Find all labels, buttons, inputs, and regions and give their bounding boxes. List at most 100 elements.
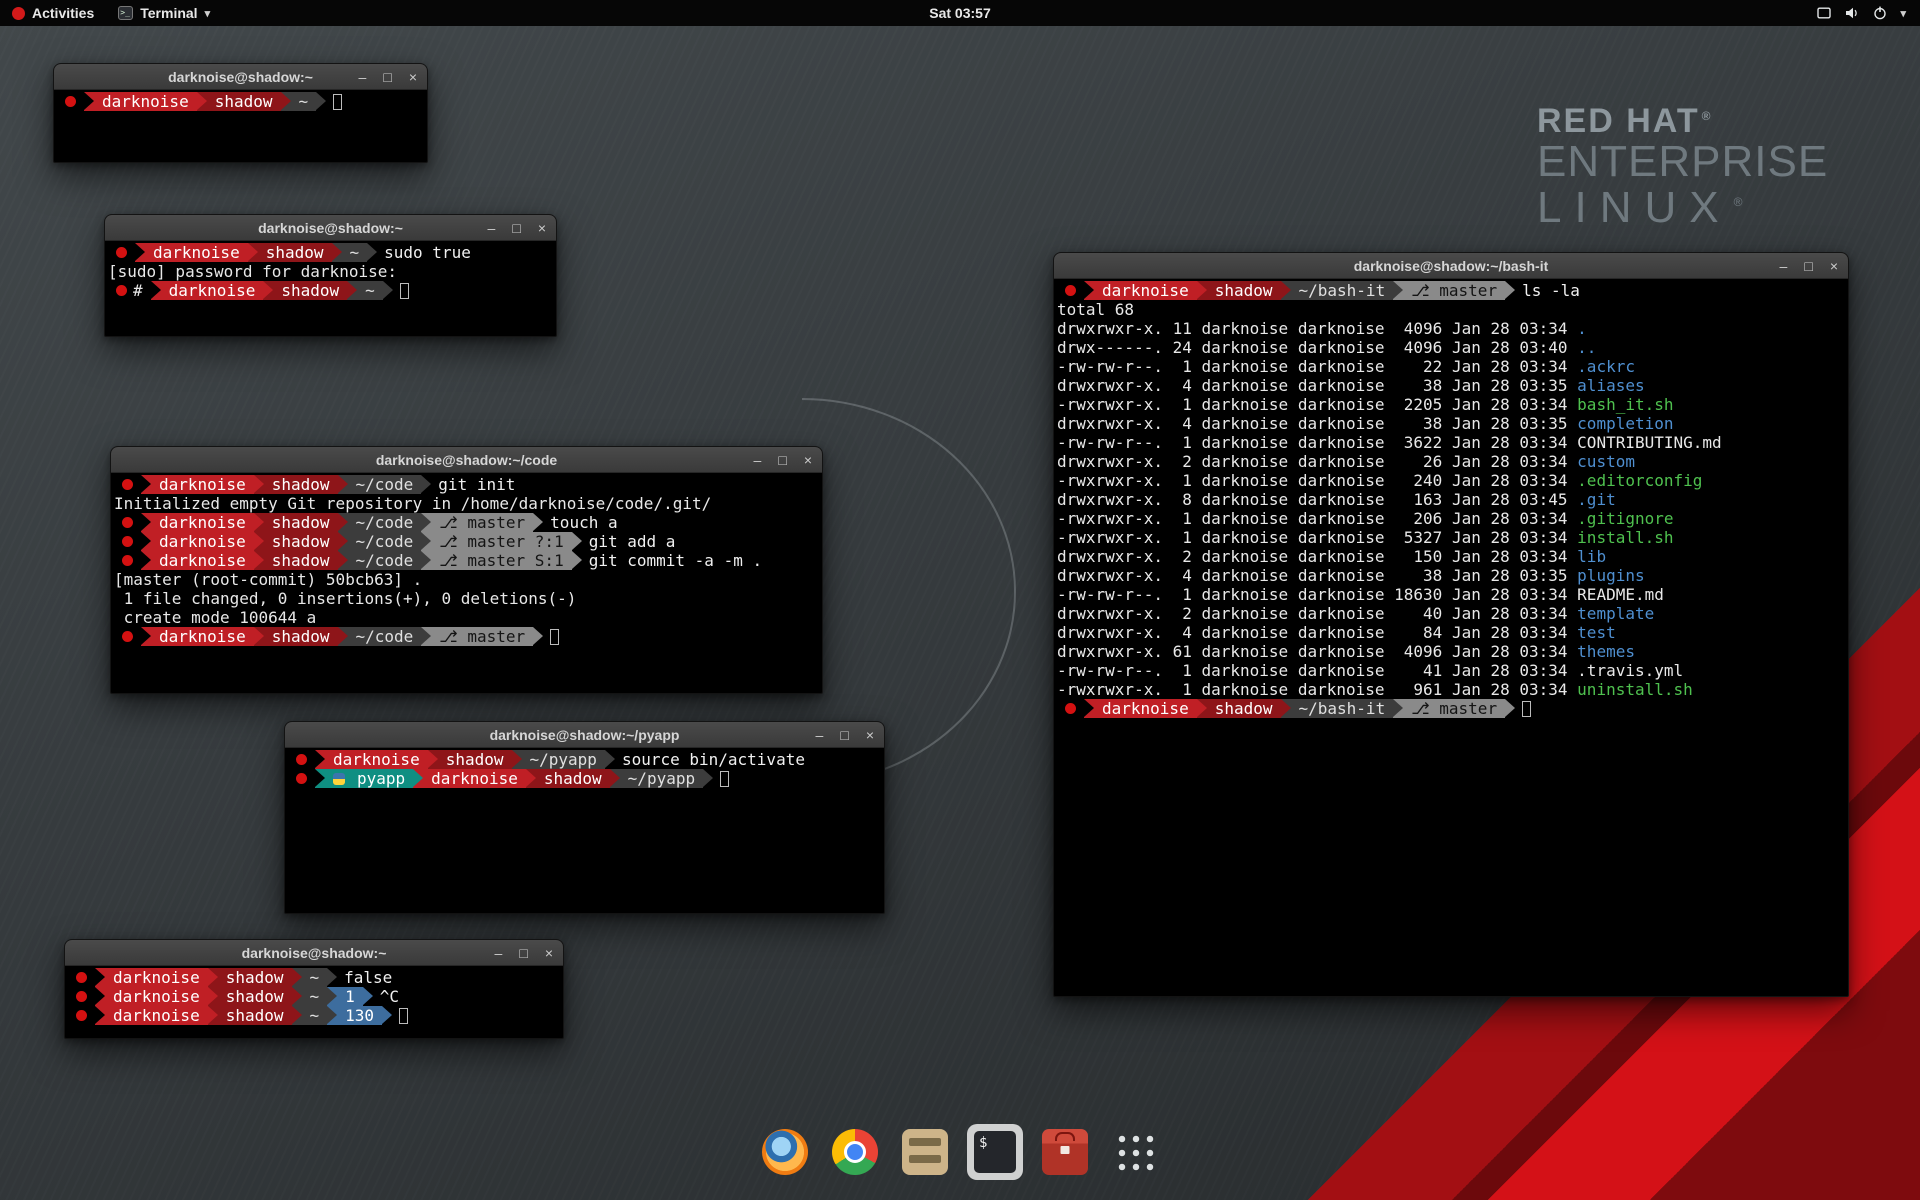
output-text: drwxrwxr-x. 2 darknoise darknoise 150 Ja… bbox=[1057, 547, 1577, 566]
maximize-button[interactable]: □ bbox=[519, 946, 527, 960]
terminal-content[interactable]: darknoiseshadow~falsedarknoiseshadow~1^C… bbox=[65, 966, 563, 1038]
terminal-window[interactable]: darknoise@shadow:~–□×darknoiseshadow~fal… bbox=[64, 939, 564, 1039]
terminal-window[interactable]: darknoise@shadow:~/pyapp – □ × darknoiseshad… bbox=[284, 721, 885, 914]
segment-text: darknoise bbox=[159, 532, 246, 551]
maximize-button[interactable]: □ bbox=[840, 728, 848, 742]
clock[interactable]: Sat 03:57 bbox=[929, 5, 990, 21]
dock-terminal[interactable]: $ bbox=[967, 1124, 1023, 1180]
powerline-separator-icon bbox=[141, 532, 151, 551]
segment-text: ⎇ master bbox=[1411, 699, 1497, 718]
window-titlebar[interactable]: darknoise@shadow:~–□× bbox=[105, 215, 556, 241]
output-text: drwxrwxr-x. 4 darknoise darknoise 38 Jan… bbox=[1057, 376, 1577, 395]
window-titlebar[interactable]: darknoise@shadow:~–□× bbox=[65, 940, 563, 966]
chevron-down-icon[interactable]: ▾ bbox=[1900, 7, 1906, 20]
close-button[interactable]: × bbox=[1830, 259, 1838, 273]
close-button[interactable]: × bbox=[545, 946, 553, 960]
segment-text: darknoise bbox=[1102, 281, 1189, 300]
segment-text: ~/code bbox=[356, 627, 414, 646]
window-titlebar[interactable]: darknoise@shadow:~/pyapp – □ × bbox=[285, 722, 884, 748]
terminal-content[interactable]: darknoiseshadow~sudo true[sudo] password… bbox=[105, 241, 556, 336]
minimize-button[interactable]: – bbox=[488, 221, 496, 235]
volume-icon[interactable] bbox=[1844, 5, 1860, 21]
prompt-segment-user: darknoise bbox=[94, 92, 197, 111]
prompt-segment-dir: ~/code bbox=[348, 513, 422, 532]
close-button[interactable]: × bbox=[409, 70, 417, 84]
maximize-button[interactable]: □ bbox=[512, 221, 520, 235]
terminal-prompt-glyph: $ bbox=[974, 1131, 987, 1151]
terminal-content[interactable]: darknoiseshadow~/bash-it⎇ masterls -lato… bbox=[1054, 279, 1848, 996]
powerline-separator-icon bbox=[95, 1006, 105, 1025]
executable-name: .editorconfig bbox=[1577, 471, 1702, 490]
prompt-segment-host: shadow bbox=[264, 551, 338, 570]
close-button[interactable]: × bbox=[538, 221, 546, 235]
command-text: git commit -a -m . bbox=[582, 551, 762, 570]
output-text: drwx------. 24 darknoise darknoise 4096 … bbox=[1057, 338, 1577, 357]
dock: $ bbox=[757, 1124, 1163, 1180]
activities-button[interactable]: Activities bbox=[0, 0, 106, 26]
prompt-segment-logo bbox=[108, 243, 135, 262]
dock-chrome[interactable] bbox=[827, 1124, 883, 1180]
segment-text: shadow bbox=[215, 92, 273, 111]
prompt-segment-venv: pyapp bbox=[325, 769, 413, 788]
terminal-app-icon: >_ bbox=[118, 6, 133, 20]
terminal-window[interactable]: darknoise@shadow:~/bash-it–□×darknoisesh… bbox=[1053, 252, 1849, 997]
maximize-button[interactable]: □ bbox=[383, 70, 391, 84]
powerline-separator-icon bbox=[316, 92, 326, 111]
prompt-segment-user: darknoise bbox=[1094, 699, 1197, 718]
screen-icon[interactable] bbox=[1816, 5, 1832, 21]
segment-text: ~ bbox=[310, 968, 320, 987]
terminal-cursor bbox=[550, 629, 559, 645]
window-titlebar[interactable]: darknoise@shadow:~/code–□× bbox=[111, 447, 822, 473]
window-titlebar[interactable]: darknoise@shadow:~/bash-it–□× bbox=[1054, 253, 1848, 279]
terminal-content[interactable]: darknoiseshadow~/codegit initInitialized… bbox=[111, 473, 822, 693]
powerline-separator-icon bbox=[383, 281, 393, 300]
terminal-content[interactable]: darknoiseshadow~ bbox=[54, 90, 427, 162]
maximize-button[interactable]: □ bbox=[1804, 259, 1812, 273]
window-titlebar[interactable]: darknoise@shadow:~–□× bbox=[54, 64, 427, 90]
command-text: false bbox=[337, 968, 392, 987]
segment-text: ⎇ master bbox=[439, 627, 525, 646]
prompt-segment-host: shadow bbox=[273, 281, 347, 300]
terminal-icon: $ bbox=[974, 1131, 1016, 1173]
output-text: -rwxrwxr-x. 1 darknoise darknoise 206 Ja… bbox=[1057, 509, 1577, 528]
minimize-button[interactable]: – bbox=[359, 70, 367, 84]
prompt-segment-dir: ~/code bbox=[348, 475, 422, 494]
powerline-separator-icon bbox=[197, 92, 207, 111]
minimize-button[interactable]: – bbox=[754, 453, 762, 467]
close-button[interactable]: × bbox=[804, 453, 812, 467]
output-text: drwxrwxr-x. 11 darknoise darknoise 4096 … bbox=[1057, 319, 1577, 338]
segment-text: ~/code bbox=[356, 551, 414, 570]
prompt-segment-user: darknoise bbox=[145, 243, 248, 262]
prompt-segment-host: shadow bbox=[264, 475, 338, 494]
app-menu-terminal[interactable]: >_ Terminal ▾ bbox=[106, 0, 222, 26]
terminal-window[interactable]: darknoise@shadow:~/code–□×darknoiseshado… bbox=[110, 446, 823, 694]
dock-app-grid[interactable] bbox=[1107, 1124, 1163, 1180]
terminal-line: -rwxrwxr-x. 1 darknoise darknoise 5327 J… bbox=[1057, 528, 1848, 547]
dock-firefox[interactable] bbox=[757, 1124, 813, 1180]
prompt-segment-dir: ~/bash-it bbox=[1291, 281, 1394, 300]
minimize-button[interactable]: – bbox=[1780, 259, 1788, 273]
maximize-button[interactable]: □ bbox=[778, 453, 786, 467]
powerline-separator-icon bbox=[1505, 699, 1515, 718]
segment-text: shadow bbox=[1215, 281, 1273, 300]
terminal-line: drwxrwxr-x. 11 darknoise darknoise 4096 … bbox=[1057, 319, 1848, 338]
distro-logo-icon bbox=[12, 7, 25, 20]
segment-text: ⎇ master ?:1 bbox=[439, 532, 563, 551]
close-button[interactable]: × bbox=[866, 728, 874, 742]
terminal-window[interactable]: darknoise@shadow:~–□×darknoiseshadow~sud… bbox=[104, 214, 557, 337]
prompt-segment-host: shadow bbox=[1207, 699, 1281, 718]
dock-toolbox[interactable] bbox=[1037, 1124, 1093, 1180]
dock-files[interactable] bbox=[897, 1124, 953, 1180]
window-buttons: – □ × bbox=[495, 940, 553, 965]
segment-text: darknoise bbox=[431, 769, 518, 788]
minimize-button[interactable]: – bbox=[495, 946, 503, 960]
prompt-segment-logo bbox=[114, 532, 141, 551]
firefox-icon bbox=[762, 1129, 808, 1175]
terminal-content[interactable]: darknoiseshadow~/pyappsource bin/activat… bbox=[285, 748, 884, 913]
window-title: darknoise@shadow:~/pyapp bbox=[490, 727, 680, 743]
power-icon[interactable] bbox=[1872, 5, 1888, 21]
minimize-button[interactable]: – bbox=[816, 728, 824, 742]
terminal-line: drwxrwxr-x. 4 darknoise darknoise 38 Jan… bbox=[1057, 414, 1848, 433]
redhat-icon bbox=[116, 247, 127, 258]
terminal-window[interactable]: darknoise@shadow:~–□×darknoiseshadow~ bbox=[53, 63, 428, 163]
